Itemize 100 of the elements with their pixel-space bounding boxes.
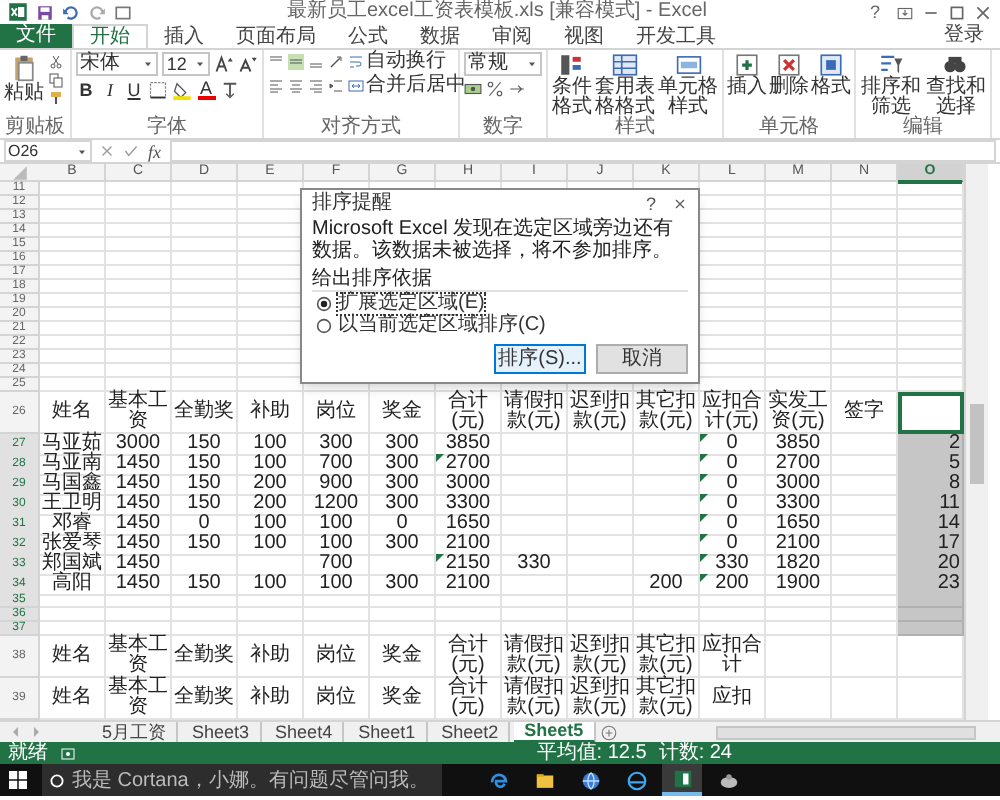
sort-button[interactable]: 排序(S)...: [494, 344, 586, 374]
file-tab[interactable]: 文件: [0, 24, 72, 48]
status-average: 平均值: 12.5: [536, 743, 647, 763]
table-cell: 1650: [766, 514, 832, 536]
table-cell: 200: [634, 574, 700, 596]
ribbon-button[interactable]: 单元格样式: [656, 52, 720, 118]
table-cell: 岗位: [304, 392, 370, 434]
table-cell: 迟到扣款(元): [568, 392, 634, 434]
ribbon-button[interactable]: 套用表格格式: [593, 52, 657, 118]
table-cell: 1650: [436, 514, 502, 536]
table-cell: 应扣合计(元): [700, 392, 766, 434]
paste-button[interactable]: 粘贴: [4, 52, 44, 104]
search-field[interactable]: 我是 Cortana，小娜。有问题尽管问我。: [42, 764, 442, 796]
group-label: 编辑: [901, 118, 945, 138]
table-cell: 100: [238, 454, 304, 476]
table-cell: 基本工资: [106, 392, 172, 434]
table-cell: 900: [304, 474, 370, 496]
ribbon-button[interactable]: 删除: [768, 52, 810, 98]
table-cell: 其它扣款(元): [634, 636, 700, 678]
ribbon-tab[interactable]: 页面布局: [220, 24, 332, 48]
table-cell: 150: [172, 574, 238, 596]
name-box[interactable]: O26: [4, 140, 92, 162]
table-cell: 其它扣款(元): [634, 392, 700, 434]
ribbon-tab[interactable]: 开发工具: [620, 24, 732, 48]
group-label: 单元格: [757, 118, 821, 138]
table-cell: 0: [172, 514, 238, 536]
table-cell: 150: [172, 454, 238, 476]
table-cell: 700: [304, 454, 370, 476]
table-cell: 100: [238, 534, 304, 556]
ribbon-tab[interactable]: 插入: [148, 24, 220, 48]
table-cell: 2100: [766, 534, 832, 556]
table-cell: 实发工资(元): [766, 392, 832, 434]
table-cell: 100: [238, 434, 304, 456]
table-cell: 高阳: [40, 574, 106, 596]
font-size-field[interactable]: 12: [162, 52, 210, 76]
table-cell: 请假扣款(元): [502, 392, 568, 434]
table-cell: 1200: [304, 494, 370, 516]
table-cell: 合计(元): [436, 636, 502, 678]
font-style-button[interactable]: I: [100, 80, 120, 100]
ribbon-button[interactable]: 插入: [726, 52, 768, 98]
table-cell: 补助: [238, 392, 304, 434]
table-cell: 100: [238, 574, 304, 596]
ribbon-tab[interactable]: 开始: [72, 24, 148, 48]
sign-in-link[interactable]: 登录: [928, 24, 1000, 48]
table-cell: 1450: [106, 474, 172, 496]
table-cell: 奖金: [370, 636, 436, 678]
font-style-button[interactable]: U: [124, 80, 144, 100]
font-color-button[interactable]: A: [196, 80, 216, 100]
dialog-title: 排序提醒: [312, 194, 394, 214]
table-cell: 300: [370, 534, 436, 556]
group-label: 样式: [613, 118, 657, 138]
table-cell: 全勤奖: [172, 392, 238, 434]
ribbon-tab[interactable]: 公式: [332, 24, 404, 48]
table-cell: 岗位: [304, 636, 370, 678]
table-cell: 基本工资: [106, 636, 172, 678]
font-style-button[interactable]: B: [76, 80, 96, 100]
help-button[interactable]: ?: [629, 195, 672, 213]
table-cell: 100: [304, 534, 370, 556]
merge-center-button[interactable]: 合并后居中: [348, 76, 466, 96]
table-cell: 1450: [106, 454, 172, 476]
number-format-field[interactable]: 常规: [464, 52, 542, 76]
ribbon-button[interactable]: 条件格式: [550, 52, 594, 118]
table-cell: 迟到扣款(元): [568, 636, 634, 678]
ribbon-tab[interactable]: 视图: [548, 24, 620, 48]
table-cell: 3000: [436, 474, 502, 496]
group-label: 对齐方式: [319, 118, 403, 138]
table-cell: 1820: [766, 554, 832, 576]
cancel-button[interactable]: 取消: [596, 344, 688, 374]
table-cell: 100: [304, 574, 370, 596]
table-cell: 11: [898, 494, 964, 516]
table-cell: 300: [304, 434, 370, 456]
table-cell: 3300: [766, 494, 832, 516]
table-cell: 300: [370, 494, 436, 516]
font-name-field[interactable]: 宋体: [76, 52, 159, 76]
dialog-message: Microsoft Excel 发现在选定区域旁边还有数据。该数据未被选择，将不参加排序。: [312, 218, 676, 262]
ribbon-button[interactable]: 查找和选择: [923, 52, 988, 118]
group-label: 数字: [481, 118, 525, 138]
table-cell: 1450: [106, 494, 172, 516]
table-cell: 300: [370, 474, 436, 496]
table-cell: 17: [898, 534, 964, 556]
ribbon-tab[interactable]: 审阅: [476, 24, 548, 48]
table-cell: 700: [304, 554, 370, 576]
dialog-prompt: 给出排序依据: [312, 268, 688, 292]
ribbon-button[interactable]: 格式: [810, 52, 852, 98]
table-cell: 0: [370, 514, 436, 536]
group-label: 字体: [145, 118, 189, 138]
table-cell: 2: [898, 434, 964, 456]
table-cell: 1900: [766, 574, 832, 596]
table-cell: 300: [370, 574, 436, 596]
insert-function-button[interactable]: fx: [146, 141, 163, 161]
wrap-text-button[interactable]: 自动换行: [348, 52, 446, 72]
table-cell: 姓名: [40, 392, 106, 434]
table-cell: 100: [304, 514, 370, 536]
group-label: 剪贴板: [3, 118, 67, 138]
ribbon-button[interactable]: 排序和筛选: [858, 52, 923, 118]
table-cell: 姓名: [40, 636, 106, 678]
help-button[interactable]: ?: [861, 0, 888, 24]
table-cell: 合计(元): [436, 392, 502, 434]
ribbon-tab[interactable]: 数据: [404, 24, 476, 48]
sheet-tab[interactable]: Sheet5: [514, 721, 596, 743]
